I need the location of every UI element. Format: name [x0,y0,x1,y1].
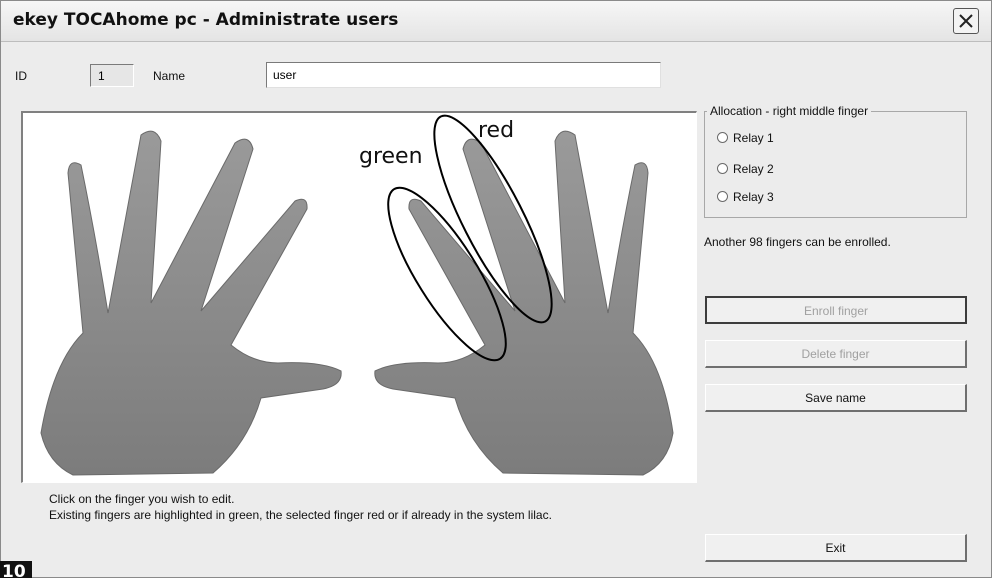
close-icon [959,14,973,28]
close-button[interactable] [953,8,979,34]
delete-finger-button[interactable]: Delete finger [705,340,967,368]
name-input[interactable] [266,62,661,88]
page-number-badge: 10 [0,561,32,578]
green-annotation-label: green [359,144,423,169]
window-title: ekey TOCAhome pc - Administrate users [13,10,399,30]
relay-1-radio[interactable]: Relay 1 [717,130,774,148]
name-label: Name [153,69,186,83]
id-label: ID [15,69,27,83]
allocation-legend: Allocation - right middle finger [710,104,869,118]
instruction-line-2: Existing fingers are highlighted in gree… [49,508,552,522]
radio-icon [717,191,728,203]
hands-picture: green red [21,111,697,483]
radio-icon [717,132,728,144]
relay-3-radio[interactable]: Relay 3 [717,189,774,207]
red-annotation-label: red [478,118,514,143]
id-field: 1 [90,64,134,87]
administrate-users-window: ekey TOCAhome pc - Administrate users ID… [0,0,992,578]
remaining-fingers-text: Another 98 fingers can be enrolled. [704,235,891,249]
relay-2-radio[interactable]: Relay 2 [717,161,774,179]
right-hand [374,130,674,476]
instruction-line-1: Click on the finger you wish to edit. [49,492,235,506]
hands-image: green red [40,114,674,476]
enroll-finger-button[interactable]: Enroll finger [705,296,967,324]
radio-icon [717,163,728,175]
title-bar[interactable]: ekey TOCAhome pc - Administrate users [1,1,991,42]
exit-button[interactable]: Exit [705,534,967,562]
save-name-button[interactable]: Save name [705,384,967,412]
left-hand [40,130,342,476]
